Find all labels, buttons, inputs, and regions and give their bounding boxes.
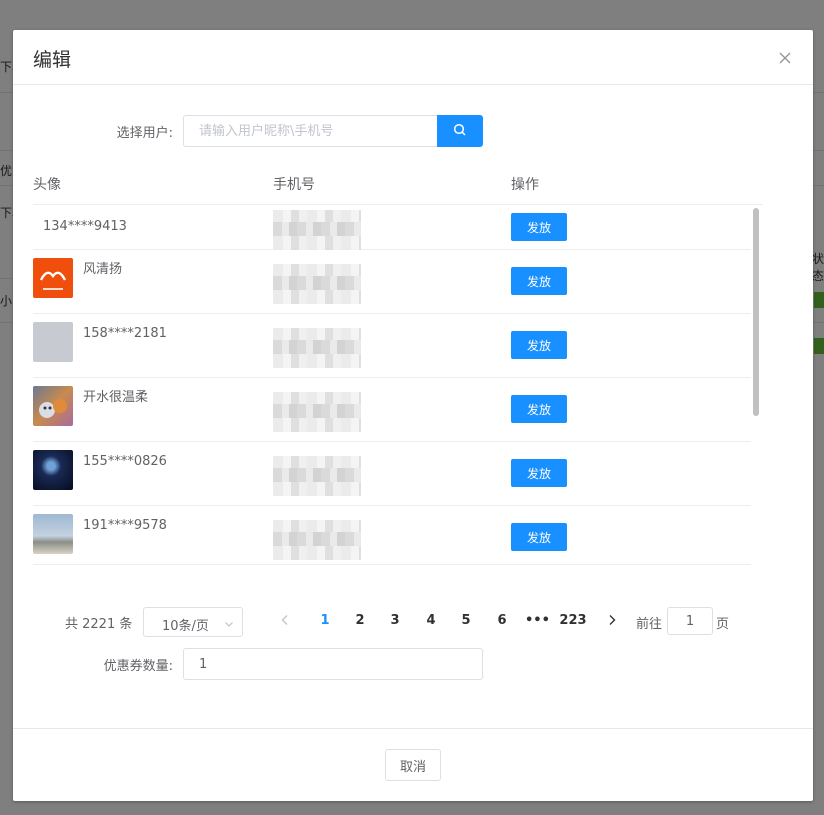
cancel-button[interactable]: 取消 bbox=[385, 749, 441, 781]
user-nickname: 191****9578 bbox=[83, 518, 167, 533]
page-2[interactable]: 2 bbox=[348, 613, 372, 628]
footer-divider bbox=[13, 728, 813, 729]
page-6[interactable]: 6 bbox=[490, 613, 514, 628]
edit-dialog: 编辑 选择用户: 头像 手机号 操作 134****9413 发放 bbox=[13, 30, 813, 801]
issue-button[interactable]: 发放 bbox=[511, 459, 567, 487]
coupon-quantity-label: 优惠券数量: bbox=[103, 659, 173, 674]
page-ellipsis[interactable]: ••• bbox=[525, 613, 550, 628]
user-nickname: 134****9413 bbox=[43, 219, 127, 234]
table-scrollbar[interactable] bbox=[753, 208, 759, 416]
phone-blurred bbox=[273, 392, 361, 432]
goto-page-input[interactable] bbox=[667, 607, 713, 635]
header-avatar: 头像 bbox=[33, 177, 61, 193]
phone-blurred bbox=[273, 264, 361, 304]
user-nickname: 风清扬 bbox=[83, 262, 123, 277]
page-3[interactable]: 3 bbox=[383, 613, 407, 628]
table-header: 头像 手机号 操作 bbox=[33, 165, 763, 205]
avatar bbox=[33, 322, 73, 362]
user-nickname: 开水很温柔 bbox=[83, 390, 149, 405]
dialog-header: 编辑 bbox=[13, 30, 813, 85]
chevron-left-icon[interactable] bbox=[278, 613, 292, 627]
issue-button[interactable]: 发放 bbox=[511, 395, 567, 423]
orange-logo-icon bbox=[39, 271, 67, 290]
goto-label: 前往 bbox=[636, 617, 663, 632]
phone-blurred bbox=[273, 456, 361, 496]
phone-blurred bbox=[273, 210, 361, 250]
close-icon[interactable] bbox=[777, 50, 793, 66]
page-1[interactable]: 1 bbox=[313, 613, 337, 628]
select-user-label: 选择用户: bbox=[116, 126, 173, 141]
cartoon-avatar-icon bbox=[39, 399, 67, 418]
table-row: 134****9413 发放 bbox=[33, 205, 751, 250]
issue-button[interactable]: 发放 bbox=[511, 213, 567, 241]
pagination: 共 2221 条 10条/页 1 2 3 4 5 6 ••• 223 前往 页 bbox=[65, 607, 765, 637]
table-row: 191****9578 发放 bbox=[33, 506, 751, 565]
page-4[interactable]: 4 bbox=[419, 613, 443, 628]
phone-blurred bbox=[273, 520, 361, 560]
pagination-total: 共 2221 条 bbox=[65, 617, 133, 632]
table-row: 155****0826 发放 bbox=[33, 442, 751, 506]
table-row: 开水很温柔 发放 bbox=[33, 378, 751, 442]
chevron-down-icon bbox=[224, 618, 234, 633]
user-search-input[interactable] bbox=[183, 115, 438, 147]
phone-blurred bbox=[273, 328, 361, 368]
user-nickname: 155****0826 bbox=[83, 454, 167, 469]
avatar bbox=[33, 386, 73, 426]
search-button[interactable] bbox=[437, 115, 483, 147]
dialog-title: 编辑 bbox=[33, 49, 72, 71]
search-icon bbox=[453, 122, 467, 141]
table-row: 风清扬 发放 bbox=[33, 250, 751, 314]
issue-button[interactable]: 发放 bbox=[511, 267, 567, 295]
user-table: 头像 手机号 操作 134****9413 发放 风清扬 发放 158****2… bbox=[33, 165, 763, 565]
user-nickname: 158****2181 bbox=[83, 326, 167, 341]
page-5[interactable]: 5 bbox=[454, 613, 478, 628]
header-phone: 手机号 bbox=[273, 177, 315, 193]
avatar bbox=[33, 258, 73, 298]
goto-unit: 页 bbox=[716, 617, 730, 632]
avatar bbox=[33, 514, 73, 554]
page-last[interactable]: 223 bbox=[557, 613, 589, 628]
page-size-value: 10条/页 bbox=[162, 619, 209, 634]
header-action: 操作 bbox=[511, 177, 539, 193]
avatar bbox=[33, 450, 73, 490]
issue-button[interactable]: 发放 bbox=[511, 331, 567, 359]
table-body[interactable]: 134****9413 发放 风清扬 发放 158****2181 发放 开水很… bbox=[33, 205, 763, 565]
chevron-right-icon[interactable] bbox=[605, 613, 619, 627]
table-row: 158****2181 发放 bbox=[33, 314, 751, 378]
coupon-quantity-input[interactable] bbox=[183, 648, 483, 680]
issue-button[interactable]: 发放 bbox=[511, 523, 567, 551]
page-size-select[interactable]: 10条/页 bbox=[143, 607, 243, 637]
